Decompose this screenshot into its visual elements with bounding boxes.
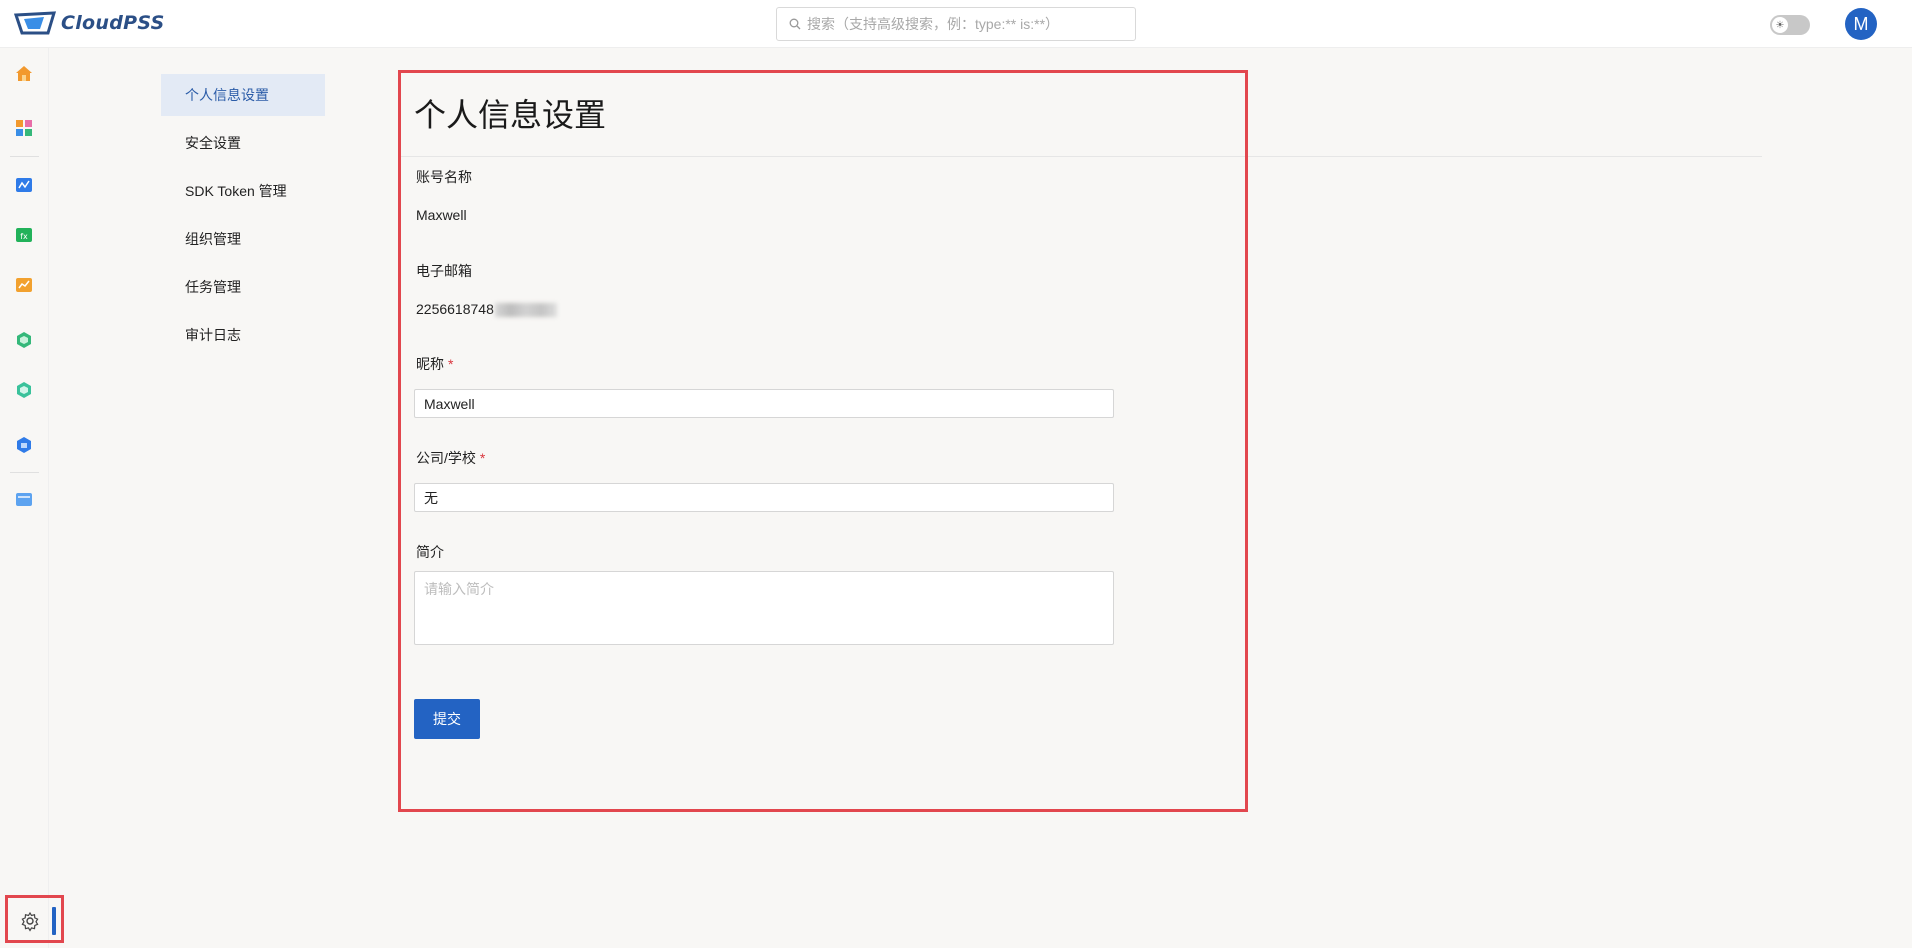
settings-button[interactable] bbox=[5, 895, 64, 943]
search-icon bbox=[789, 18, 801, 30]
avatar[interactable]: M bbox=[1845, 8, 1877, 40]
apps-icon[interactable] bbox=[14, 118, 34, 138]
subnav-item-profile[interactable]: 个人信息设置 bbox=[161, 74, 325, 116]
cloudpss-logo-icon bbox=[14, 11, 57, 35]
subnav-item-tasks[interactable]: 任务管理 bbox=[161, 266, 325, 308]
logo[interactable]: CloudPSS bbox=[14, 11, 165, 35]
model-icon[interactable] bbox=[14, 330, 34, 350]
sdk-icon[interactable] bbox=[14, 435, 34, 455]
logo-text: CloudPSS bbox=[61, 12, 165, 34]
chart-icon[interactable] bbox=[14, 275, 34, 295]
active-indicator bbox=[52, 907, 56, 935]
highlight-frame bbox=[398, 70, 1248, 812]
subnav-item-security[interactable]: 安全设置 bbox=[161, 122, 325, 164]
search-box[interactable] bbox=[776, 7, 1136, 41]
subnav-item-audit-log[interactable]: 审计日志 bbox=[161, 314, 325, 356]
folder-icon[interactable] bbox=[14, 489, 34, 509]
theme-toggle[interactable]: ☀ bbox=[1770, 15, 1810, 35]
sun-icon: ☀ bbox=[1772, 17, 1788, 33]
gear-icon bbox=[21, 911, 39, 932]
model-alt-icon[interactable] bbox=[14, 380, 34, 400]
top-header: CloudPSS ☀ M bbox=[0, 0, 1912, 48]
search-input[interactable] bbox=[807, 16, 1135, 32]
rail-divider bbox=[10, 156, 39, 157]
emtlab-icon[interactable] bbox=[14, 175, 34, 195]
subnav-item-sdk-token[interactable]: SDK Token 管理 bbox=[161, 170, 325, 212]
subnav-item-organization[interactable]: 组织管理 bbox=[161, 218, 325, 260]
left-rail: fx bbox=[0, 48, 49, 948]
function-icon[interactable]: fx bbox=[14, 225, 34, 245]
settings-subnav: 个人信息设置 安全设置 SDK Token 管理 组织管理 任务管理 审计日志 bbox=[161, 74, 325, 362]
svg-text:fx: fx bbox=[20, 232, 28, 241]
rail-divider bbox=[10, 472, 39, 473]
home-icon[interactable] bbox=[14, 64, 34, 84]
